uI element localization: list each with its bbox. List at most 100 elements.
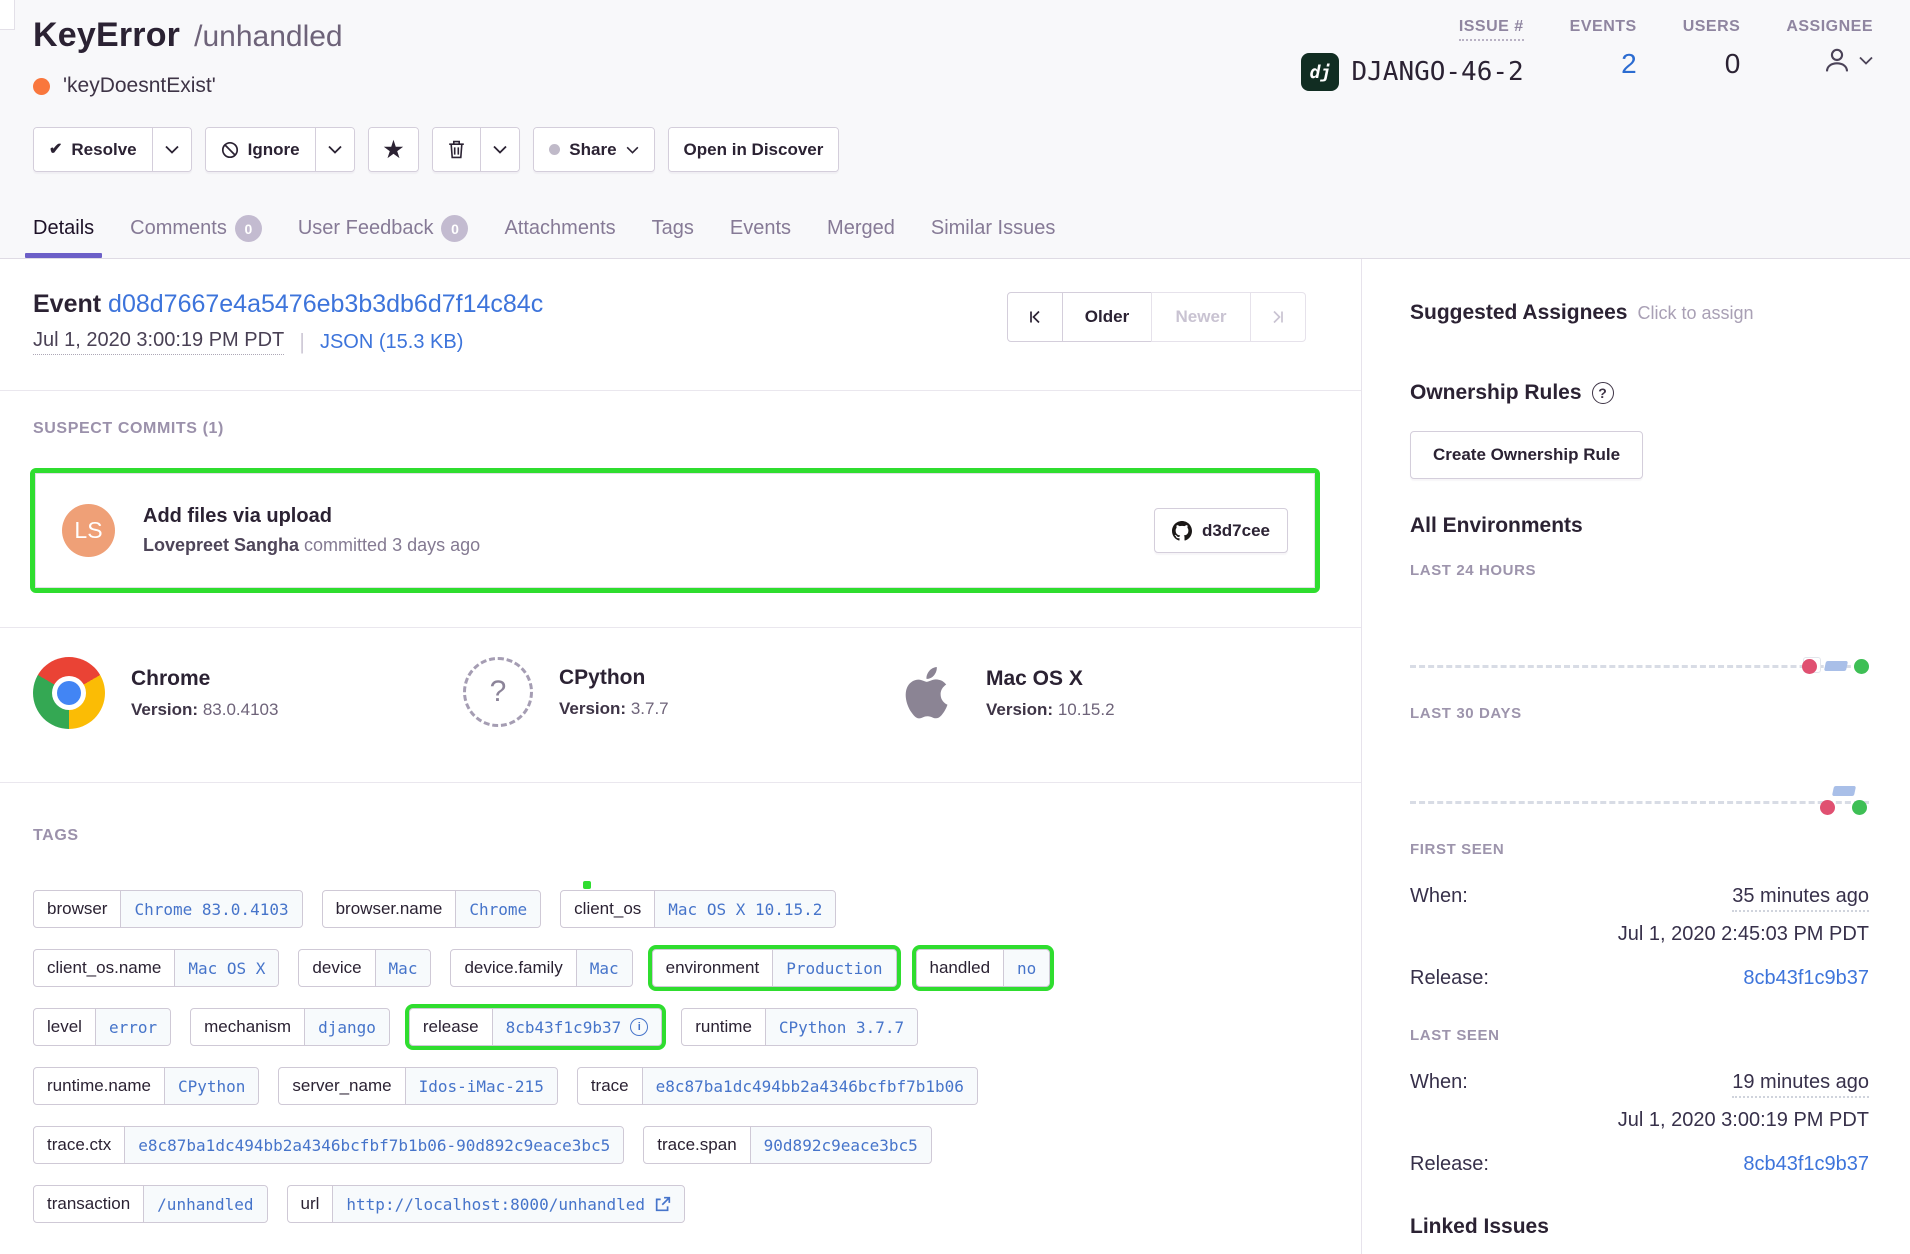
star-icon: ★	[384, 139, 404, 161]
annotation-dot	[583, 881, 591, 889]
tag-pill-trace-ctx[interactable]: trace.ctxe8c87ba1dc494bb2a4346bcfbf7b1b0…	[33, 1126, 624, 1164]
tag-value: django	[304, 1009, 389, 1045]
tab-details[interactable]: Details	[27, 215, 100, 258]
tab-tags[interactable]: Tags	[646, 215, 700, 258]
tag-value: CPython 3.7.7	[765, 1009, 917, 1045]
context-runtime-text: CPython Version: 3.7.7	[559, 666, 669, 719]
ignore-dropdown-button[interactable]	[315, 128, 354, 171]
context-browser-text: Chrome Version: 83.0.4103	[131, 667, 278, 720]
info-icon[interactable]: i	[630, 1018, 648, 1036]
linked-issues-title: Linked Issues	[1410, 1215, 1869, 1239]
sidebar: Suggested Assignees Click to assign Owne…	[1361, 259, 1910, 1254]
delete-button-group	[432, 127, 520, 172]
users-label: USERS	[1683, 18, 1741, 36]
tag-pill-mechanism[interactable]: mechanismdjango	[190, 1008, 390, 1046]
version-label: Version:	[986, 700, 1053, 719]
create-ownership-rule-button[interactable]: Create Ownership Rule	[1410, 431, 1643, 479]
tab-similar-issues[interactable]: Similar Issues	[925, 215, 1061, 258]
tab-tags-label: Tags	[652, 217, 694, 240]
tag-pill-runtime[interactable]: runtimeCPython 3.7.7	[681, 1008, 918, 1046]
annotation-box-suspect-commit: LS Add files via upload Lovepreet Sangha…	[30, 468, 1320, 593]
first-seen-release-link[interactable]: 8cb43f1c9b37	[1743, 967, 1869, 990]
tag-pill-handled[interactable]: handledno	[916, 949, 1051, 987]
delete-dropdown-button[interactable]	[480, 128, 519, 171]
delete-button[interactable]	[433, 128, 480, 171]
tag-pill-client-os-name[interactable]: client_os.nameMac OS X	[33, 949, 279, 987]
event-json-link[interactable]: JSON (15.3 KB)	[320, 331, 463, 354]
tab-merged[interactable]: Merged	[821, 215, 901, 258]
tag-pill-device[interactable]: deviceMac	[298, 949, 431, 987]
issue-number-value[interactable]: dj DJANGO-46-2	[1301, 53, 1523, 91]
suggested-assignees-section: Suggested Assignees Click to assign	[1410, 301, 1869, 325]
resolve-dropdown-button[interactable]	[152, 128, 191, 171]
tag-pill-url[interactable]: urlhttp://localhost:8000/unhandled	[287, 1185, 686, 1223]
resolve-button[interactable]: ✔ Resolve	[34, 128, 152, 171]
version-value: 3.7.7	[631, 699, 669, 718]
scrollbar-fragment	[0, 0, 15, 30]
stat-assignee: ASSIGNEE	[1786, 18, 1873, 91]
first-seen-marker	[1820, 800, 1835, 815]
first-seen-relative-time[interactable]: 35 minutes ago	[1732, 885, 1869, 912]
tag-pill-server-name[interactable]: server_nameIdos-iMac-215	[278, 1067, 557, 1105]
context-browser-name: Chrome	[131, 667, 278, 691]
event-pagination: Older Newer	[1007, 292, 1306, 342]
event-date[interactable]: Jul 1, 2020 3:00:19 PM PDT	[33, 329, 284, 355]
ignore-button[interactable]: Ignore	[206, 128, 315, 171]
version-label: Version:	[131, 700, 198, 719]
tab-events[interactable]: Events	[724, 215, 797, 258]
commit-sha-button[interactable]: d3d7cee	[1154, 508, 1288, 553]
last-seen-relative-time[interactable]: 19 minutes ago	[1732, 1071, 1869, 1098]
tag-pill-transaction[interactable]: transaction/unhandled	[33, 1185, 268, 1223]
tag-value: CPython	[164, 1068, 258, 1104]
tab-attachments[interactable]: Attachments	[498, 215, 621, 258]
open-in-discover-button[interactable]: Open in Discover	[669, 128, 839, 171]
last-seen-release-link[interactable]: 8cb43f1c9b37	[1743, 1153, 1869, 1176]
assignee-selector[interactable]	[1821, 44, 1873, 76]
tag-key: browser.name	[323, 891, 456, 927]
first-seen-absolute-time: Jul 1, 2020 2:45:03 PM PDT	[1410, 923, 1869, 946]
bookmark-star-button[interactable]: ★	[369, 128, 419, 171]
tag-key: mechanism	[191, 1009, 304, 1045]
events-label: EVENTS	[1570, 18, 1637, 36]
share-button[interactable]: Share	[534, 128, 653, 171]
tag-pill-trace[interactable]: tracee8c87ba1dc494bb2a4346bcfbf7b1b06	[577, 1067, 978, 1105]
when-label: When:	[1410, 885, 1468, 908]
first-event-button[interactable]	[1007, 292, 1063, 342]
avatar: LS	[62, 504, 115, 557]
last-seen-marker	[1854, 659, 1869, 674]
context-os-text: Mac OS X Version: 10.15.2	[986, 667, 1115, 720]
tag-pill-level[interactable]: levelerror	[33, 1008, 171, 1046]
tag-pill-device-family[interactable]: device.familyMac	[450, 949, 632, 987]
help-icon[interactable]: ?	[1592, 382, 1614, 404]
tab-comments[interactable]: Comments0	[124, 215, 268, 258]
tag-pill-browser-name[interactable]: browser.nameChrome	[322, 890, 542, 928]
tag-pill-trace-span[interactable]: trace.span90d892c9eace3bc5	[643, 1126, 932, 1164]
users-count[interactable]: 0	[1725, 48, 1741, 80]
events-count[interactable]: 2	[1621, 48, 1637, 80]
main-content: Event d08d7667e4a5476eb3b3db6d7f14c84c J…	[0, 259, 1361, 1254]
last-event-button[interactable]	[1250, 292, 1306, 342]
tag-pill-client-os[interactable]: client_osMac OS X 10.15.2	[560, 890, 836, 928]
external-link-icon[interactable]	[654, 1196, 671, 1213]
chevron-down-icon	[1859, 56, 1873, 65]
feedback-count-badge: 0	[441, 215, 468, 242]
commit-byline: Lovepreet Sangha committed 3 days ago	[143, 535, 480, 556]
tag-pill-runtime-name[interactable]: runtime.nameCPython	[33, 1067, 259, 1105]
newer-event-button[interactable]: Newer	[1151, 292, 1251, 342]
event-id-link[interactable]: d08d7667e4a5476eb3b3db6d7f14c84c	[108, 290, 543, 318]
unknown-runtime-icon: ?	[463, 657, 533, 727]
older-event-button[interactable]: Older	[1062, 292, 1152, 342]
tab-details-label: Details	[33, 217, 94, 240]
version-value: 83.0.4103	[203, 700, 279, 719]
tag-row: browserChrome 83.0.4103 browser.nameChro…	[33, 890, 1050, 928]
tab-user-feedback[interactable]: User Feedback0	[292, 215, 475, 258]
chevron-down-icon	[328, 145, 342, 154]
chevron-down-icon	[626, 146, 639, 154]
tag-pill-environment[interactable]: environmentProduction	[652, 949, 897, 987]
suspect-commits-heading: SUSPECT COMMITS (1)	[33, 420, 224, 438]
tag-pill-browser[interactable]: browserChrome 83.0.4103	[33, 890, 303, 928]
context-browser-version: Version: 83.0.4103	[131, 700, 278, 720]
ignore-label: Ignore	[248, 140, 300, 160]
tag-value: Mac OS X	[174, 950, 278, 986]
tag-pill-release[interactable]: release8cb43f1c9b37i	[409, 1008, 662, 1046]
